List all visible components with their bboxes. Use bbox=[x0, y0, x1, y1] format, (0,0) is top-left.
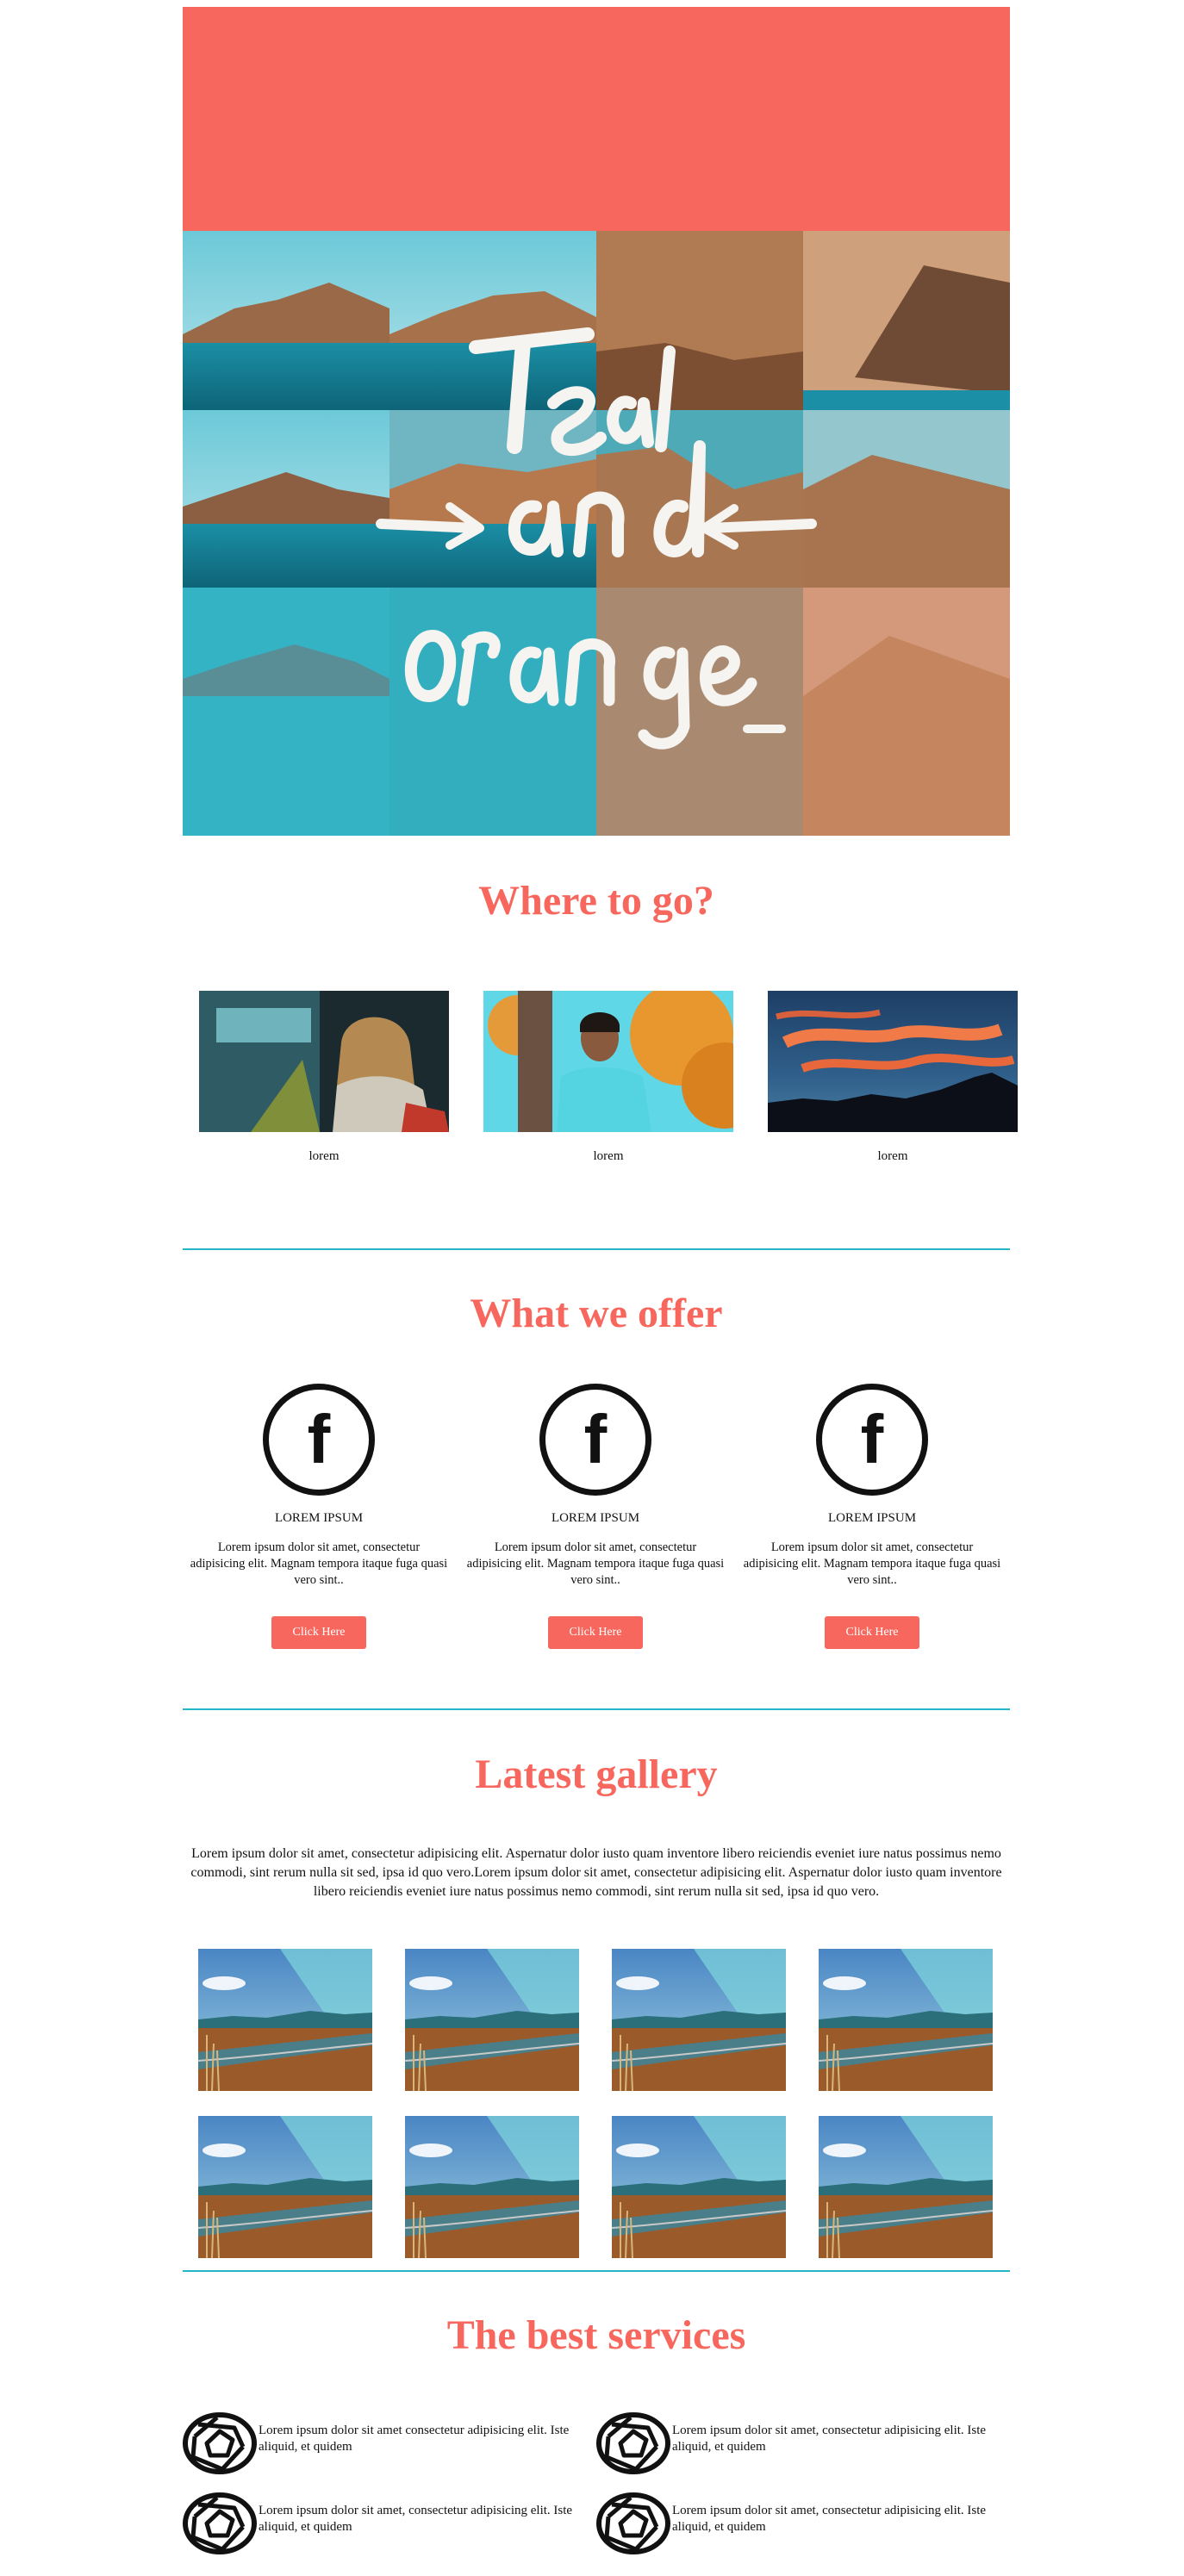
where-to-go-title: Where to go? bbox=[478, 878, 714, 924]
service-item: Lorem ipsum dolor sit amet, consectetur … bbox=[183, 2492, 596, 2554]
service-item: Lorem ipsum dolor sit amet, consectetur … bbox=[596, 2492, 1010, 2554]
young-man-by-tree-photo[interactable] bbox=[483, 991, 733, 1132]
click-here-button[interactable]: Click Here bbox=[548, 1616, 643, 1649]
aperture-icon bbox=[596, 2412, 670, 2474]
service-item: Lorem ipsum dolor sit amet, consectetur … bbox=[596, 2412, 1010, 2474]
sunset-sky-photo[interactable] bbox=[768, 991, 1018, 1132]
section-divider bbox=[183, 1248, 1010, 1250]
destination-card[interactable]: lorem bbox=[199, 991, 449, 1164]
service-text: Lorem ipsum dolor sit amet, consectetur … bbox=[672, 2424, 987, 2454]
facebook-icon[interactable]: f bbox=[539, 1384, 651, 1496]
facebook-icon[interactable]: f bbox=[263, 1384, 375, 1496]
facebook-icon[interactable]: f bbox=[816, 1384, 928, 1496]
destination-card[interactable]: lorem bbox=[483, 991, 733, 1164]
aperture-icon bbox=[183, 2412, 257, 2474]
destination-card[interactable]: lorem bbox=[768, 991, 1018, 1164]
road-landscape-photo[interactable] bbox=[198, 2116, 372, 2258]
aperture-icon bbox=[183, 2492, 257, 2554]
woman-with-scarf-photo[interactable] bbox=[199, 991, 449, 1132]
road-landscape-photo[interactable] bbox=[612, 2116, 786, 2258]
hero-banner bbox=[183, 7, 1010, 231]
click-here-button[interactable]: Click Here bbox=[271, 1616, 366, 1649]
best-services-title: The best services bbox=[446, 2312, 746, 2358]
offer-card: f LOREM IPSUM Lorem ipsum dolor sit amet… bbox=[461, 1384, 730, 1649]
destination-caption: lorem bbox=[308, 1149, 340, 1163]
service-text: Lorem ipsum dolor sit amet, consectetur … bbox=[672, 2504, 987, 2534]
section-divider bbox=[183, 2270, 1010, 2272]
road-landscape-photo[interactable] bbox=[819, 1949, 993, 2091]
hero-image bbox=[183, 231, 1010, 836]
service-item: Lorem ipsum dolor sit amet consectetur a… bbox=[183, 2412, 596, 2474]
offer-title: LOREM IPSUM bbox=[274, 1511, 364, 1525]
service-text: Lorem ipsum dolor sit amet consectetur a… bbox=[259, 2424, 570, 2454]
section-divider bbox=[183, 1708, 1010, 1710]
offer-title: LOREM IPSUM bbox=[827, 1511, 917, 1525]
click-here-button[interactable]: Click Here bbox=[825, 1616, 919, 1649]
road-landscape-photo[interactable] bbox=[405, 2116, 579, 2258]
road-landscape-photo[interactable] bbox=[612, 1949, 786, 2091]
destination-caption: lorem bbox=[593, 1149, 624, 1163]
road-landscape-photo[interactable] bbox=[819, 2116, 993, 2258]
road-landscape-photo[interactable] bbox=[198, 1949, 372, 2091]
offer-card: f LOREM IPSUM Lorem ipsum dolor sit amet… bbox=[738, 1384, 1006, 1649]
gallery-description: Lorem ipsum dolor sit amet, consectetur … bbox=[190, 1846, 1002, 1899]
road-landscape-photo[interactable] bbox=[405, 1949, 579, 2091]
what-we-offer-title: What we offer bbox=[470, 1291, 723, 1336]
offer-text: Lorem ipsum dolor sit amet, consectetur … bbox=[466, 1540, 725, 1587]
latest-gallery-title: Latest gallery bbox=[475, 1752, 718, 1797]
destination-caption: lorem bbox=[877, 1149, 908, 1163]
offer-card: f LOREM IPSUM Lorem ipsum dolor sit amet… bbox=[184, 1384, 453, 1649]
offer-text: Lorem ipsum dolor sit amet, consectetur … bbox=[743, 1540, 1001, 1587]
aperture-icon bbox=[596, 2492, 670, 2554]
offer-text: Lorem ipsum dolor sit amet, consectetur … bbox=[190, 1540, 448, 1587]
offer-title: LOREM IPSUM bbox=[551, 1511, 640, 1525]
service-text: Lorem ipsum dolor sit amet, consectetur … bbox=[259, 2504, 573, 2534]
